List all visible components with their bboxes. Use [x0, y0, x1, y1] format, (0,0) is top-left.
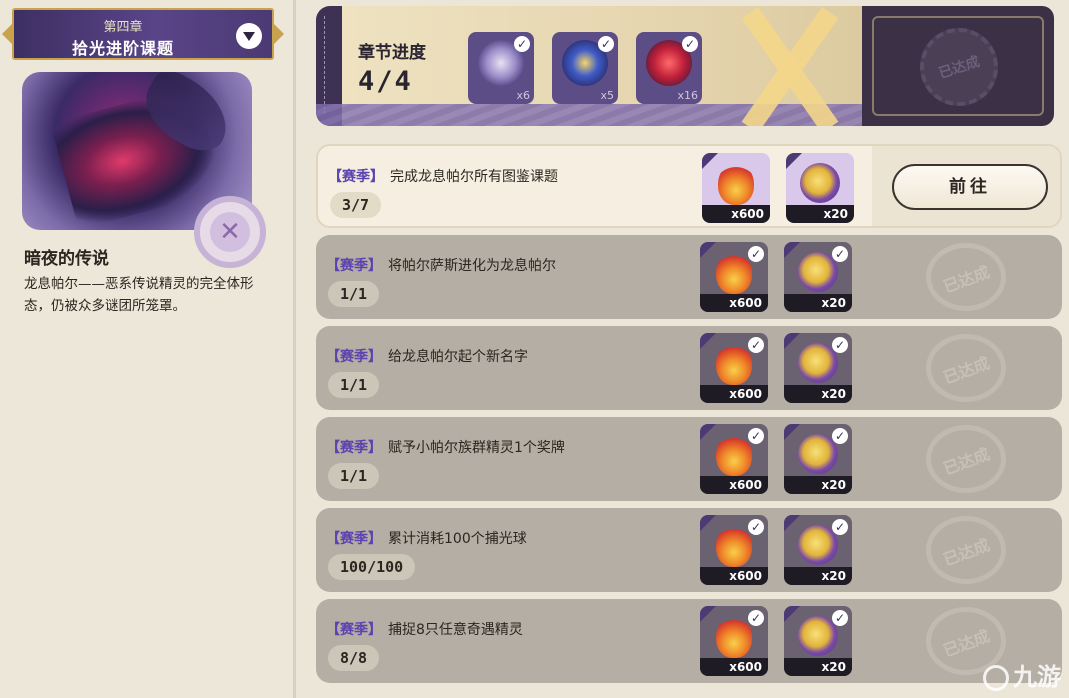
check-icon: ✓	[832, 610, 848, 626]
task-tag: 【赛季】	[326, 349, 382, 365]
task-count: 100/100	[328, 554, 416, 580]
chapter-progress-panel: 章节进度 4/4 ✓ x6 ✓ x5 ✓ x16	[316, 6, 862, 126]
reward-flame[interactable]: ✓ x600	[700, 606, 768, 676]
completed-stamp: 已达成	[926, 516, 1006, 584]
reward-coin[interactable]: x20	[786, 153, 854, 223]
task-description: 累计消耗100个捕光球	[388, 531, 527, 547]
task-count: 1/1	[328, 372, 380, 398]
task-row: 【赛季】 完成龙息帕尔所有图鉴课题 3/7 x600 x20 前往	[316, 144, 1062, 228]
decorative-star-icon	[732, 6, 842, 126]
check-icon: ✓	[832, 428, 848, 444]
watermark: 九游	[983, 657, 1061, 692]
task-tag: 【赛季】	[326, 440, 382, 456]
chapter-complete-stamp: 已达成	[920, 28, 998, 106]
coin-icon	[798, 252, 838, 292]
check-icon: ✓	[832, 246, 848, 262]
completed-stamp: 已达成	[926, 243, 1006, 311]
chapter-complete-panel: 已达成	[862, 6, 1054, 126]
flame-icon	[716, 252, 752, 294]
legend-title: 暗夜的传说	[24, 249, 109, 269]
chapter-title: 拾光进阶课题	[71, 39, 174, 58]
dark-type-seal-icon: ✕	[194, 196, 266, 268]
reward-coin[interactable]: ✓ x20	[784, 606, 852, 676]
chapter-reward-red-stone[interactable]: ✓ x16	[636, 32, 702, 104]
task-description: 给龙息帕尔起个新名字	[388, 349, 528, 365]
check-icon: ✓	[748, 519, 764, 535]
check-icon: ✓	[832, 519, 848, 535]
task-description: 完成龙息帕尔所有图鉴课题	[390, 169, 558, 185]
progress-value: 4/4	[358, 66, 413, 97]
reward-coin[interactable]: ✓ x20	[784, 424, 852, 494]
legend-description: 龙息帕尔——恶系传说精灵的完全体形态，仍被众多谜团所笼罩。	[24, 276, 254, 314]
goto-button[interactable]: 前往	[892, 164, 1048, 210]
task-count: 3/7	[330, 192, 382, 218]
task-count: 1/1	[328, 463, 380, 489]
flame-icon	[716, 343, 752, 385]
reward-coin[interactable]: ✓ x20	[784, 333, 852, 403]
reward-flame[interactable]: ✓ x600	[700, 333, 768, 403]
check-icon: ✓	[682, 36, 698, 52]
watermark-logo-icon	[983, 665, 1009, 691]
reward-flame[interactable]: x600	[702, 153, 770, 223]
task-row: 【赛季】 捕捉8只任意奇遇精灵 8/8 ✓ x600 ✓ x20 已达成	[316, 599, 1062, 683]
coin-icon	[798, 616, 838, 656]
task-row: 【赛季】 给龙息帕尔起个新名字 1/1 ✓ x600 ✓ x20 已达成	[316, 326, 1062, 410]
completed-stamp: 已达成	[926, 334, 1006, 402]
check-icon: ✓	[514, 36, 530, 52]
task-row: 【赛季】 赋予小帕尔族群精灵1个奖牌 1/1 ✓ x600 ✓ x20 已达成	[316, 417, 1062, 501]
check-icon: ✓	[748, 337, 764, 353]
chapter-number: 第四章	[103, 20, 143, 35]
chapter-banner[interactable]: 第四章 拾光进阶课题	[12, 8, 274, 60]
task-tag: 【赛季】	[328, 169, 384, 185]
reward-coin[interactable]: ✓ x20	[784, 242, 852, 312]
task-tag: 【赛季】	[326, 531, 382, 547]
flame-icon	[716, 525, 752, 567]
flame-icon	[716, 434, 752, 476]
progress-label: 章节进度	[358, 43, 426, 63]
completed-stamp: 已达成	[926, 425, 1006, 493]
task-row: 【赛季】 将帕尔萨斯进化为龙息帕尔 1/1 ✓ x600 ✓ x20 已达成	[316, 235, 1062, 319]
reward-coin[interactable]: ✓ x20	[784, 515, 852, 585]
task-description: 赋予小帕尔族群精灵1个奖牌	[388, 440, 565, 456]
task-count: 8/8	[328, 645, 380, 671]
flame-icon	[716, 616, 752, 658]
coin-icon	[798, 343, 838, 383]
task-description: 将帕尔萨斯进化为龙息帕尔	[388, 258, 556, 274]
reward-flame[interactable]: ✓ x600	[700, 242, 768, 312]
coin-icon	[798, 525, 838, 565]
reward-flame[interactable]: ✓ x600	[700, 424, 768, 494]
task-count: 1/1	[328, 281, 380, 307]
chapter-dropdown-icon[interactable]	[236, 23, 262, 49]
coin-icon	[798, 434, 838, 474]
task-row: 【赛季】 累计消耗100个捕光球 100/100 ✓ x600 ✓ x20 已达…	[316, 508, 1062, 592]
left-panel: 第四章 拾光进阶课题 ✕ 暗夜的传说 龙息帕尔——恶系传说精灵的完全体形态，仍被…	[0, 0, 296, 698]
chapter-reward-crystal[interactable]: ✓ x6	[468, 32, 534, 104]
task-tag: 【赛季】	[326, 258, 382, 274]
check-icon: ✓	[748, 610, 764, 626]
flame-icon	[718, 163, 754, 205]
reward-flame[interactable]: ✓ x600	[700, 515, 768, 585]
task-tag: 【赛季】	[326, 622, 382, 638]
check-icon: ✓	[748, 428, 764, 444]
check-icon: ✓	[748, 246, 764, 262]
chapter-reward-gem[interactable]: ✓ x5	[552, 32, 618, 104]
task-description: 捕捉8只任意奇遇精灵	[388, 622, 523, 638]
coin-icon	[800, 163, 840, 203]
check-icon: ✓	[598, 36, 614, 52]
check-icon: ✓	[832, 337, 848, 353]
